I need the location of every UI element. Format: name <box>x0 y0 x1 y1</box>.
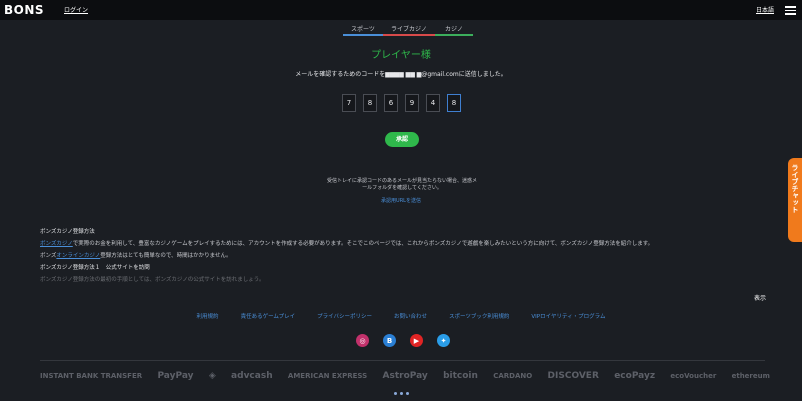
instagram-icon[interactable]: ◎ <box>356 334 369 347</box>
ethereum-logo: ethereum <box>731 372 770 380</box>
carousel-dot[interactable] <box>394 392 397 395</box>
footer-link-vip[interactable]: VIPロイヤリティ・プログラム <box>531 312 605 320</box>
footer-link-terms[interactable]: 利用規約 <box>197 312 219 320</box>
language-link[interactable]: 日本語 <box>756 5 774 14</box>
youtube-icon[interactable]: ▶ <box>410 334 423 347</box>
paypay-logo: PayPay <box>157 371 194 381</box>
hamburger-menu-icon[interactable] <box>785 4 796 15</box>
guide-paragraph-3: ボンズカジノ登録方法の最初の手順としては、ボンズカジノの公式サイトを訪れましょう… <box>40 277 265 283</box>
astropay-logo: AstroPay <box>382 371 428 381</box>
confirm-button[interactable]: 承認 <box>385 132 419 147</box>
resend-link[interactable]: 承認用URLを送信 <box>0 197 802 204</box>
footer-divider <box>40 360 765 361</box>
footer-links: 利用規約 責任あるゲームプレイ プライバシーポリシー お問い合わせ スポーツブッ… <box>0 312 802 320</box>
guide-heading: ボンズカジノ登録方法 <box>40 229 95 235</box>
discover-logo: DISCOVER <box>547 371 599 381</box>
guide-paragraph-2: ボンズオンラインカジノ登録方法はとても簡単なので、時間はかかりません。 <box>40 253 232 259</box>
registration-guide: ボンズカジノ登録方法 ボンズカジノで実際のお金を利用して、豊富なカジノゲームをプ… <box>40 226 740 286</box>
amex-logo: AMERICAN EXPRESS <box>287 372 368 380</box>
bons-social-icon[interactable]: B <box>383 334 396 347</box>
ecopayz-logo: ecoPayz <box>614 371 656 381</box>
online-casino-link[interactable]: オンラインカジノ <box>56 253 100 259</box>
social-links: ◎ B ▶ ✦ <box>356 334 450 347</box>
code-digit-5[interactable]: 4 <box>426 94 440 112</box>
payment-methods: INSTANT BANK TRANSFER PayPay ◈ advcash A… <box>40 366 770 386</box>
bitcoin-logo: bitcoin <box>443 371 478 381</box>
code-digit-2[interactable]: 8 <box>363 94 377 112</box>
live-chat-label: ライブチャット <box>791 164 799 213</box>
cardano-logo: CARDANO <box>493 372 533 380</box>
guide-subheading: ボンズカジノ登録方法１ 公式サイトを訪問 <box>40 265 150 271</box>
product-tabs: スポーツ ライブカジノ カジノ <box>343 26 473 36</box>
login-link[interactable]: ログイン <box>64 5 88 14</box>
spam-info-text: 受信トレイに承認コードのあるメールが見当たらない場合、迷惑メールフォルダを確認し… <box>326 178 477 191</box>
page-title: プレイヤー様 <box>371 50 431 61</box>
footer-link-contact[interactable]: お問い合わせ <box>394 312 427 320</box>
binance-icon: ◈ <box>208 371 216 381</box>
footer-link-responsible-gaming[interactable]: 責任あるゲームプレイ <box>241 312 296 320</box>
footer-link-privacy[interactable]: プライバシーポリシー <box>317 312 372 320</box>
live-chat-button[interactable]: ライブチャット <box>788 158 802 242</box>
code-digit-3[interactable]: 6 <box>384 94 398 112</box>
code-digit-6[interactable]: 8 <box>447 94 461 112</box>
carousel-dots <box>394 392 409 395</box>
verification-code-inputs: 7 8 6 9 4 8 <box>342 94 461 112</box>
advcash-logo: advcash <box>231 371 273 381</box>
bons-casino-link[interactable]: ボンズカジノ <box>40 241 73 247</box>
top-bar: BONS ログイン 日本語 <box>0 0 802 20</box>
instant-bank-transfer-logo: INSTANT BANK TRANSFER <box>40 372 143 380</box>
verification-message: メールを確認するためのコードを▆▆▆▆ ▆▆ ▆@gmail.comに送信しまし… <box>295 71 507 78</box>
guide-paragraph-1: ボンズカジノで実際のお金を利用して、豊富なカジノゲームをプレイするためには、アカ… <box>40 241 654 247</box>
twitter-icon[interactable]: ✦ <box>437 334 450 347</box>
code-digit-1[interactable]: 7 <box>342 94 356 112</box>
footer-link-sportsbook-terms[interactable]: スポーツブック利用規約 <box>449 312 509 320</box>
carousel-dot[interactable] <box>400 392 403 395</box>
show-more-button[interactable]: 表示 <box>754 293 766 302</box>
tab-casino[interactable]: カジノ <box>435 26 473 36</box>
ecovoucher-logo: ecoVoucher <box>670 372 717 380</box>
code-digit-4[interactable]: 9 <box>405 94 419 112</box>
tab-live-casino[interactable]: ライブカジノ <box>383 26 435 36</box>
carousel-dot[interactable] <box>406 392 409 395</box>
tab-sports[interactable]: スポーツ <box>343 26 383 36</box>
bons-logo[interactable]: BONS <box>4 3 44 17</box>
